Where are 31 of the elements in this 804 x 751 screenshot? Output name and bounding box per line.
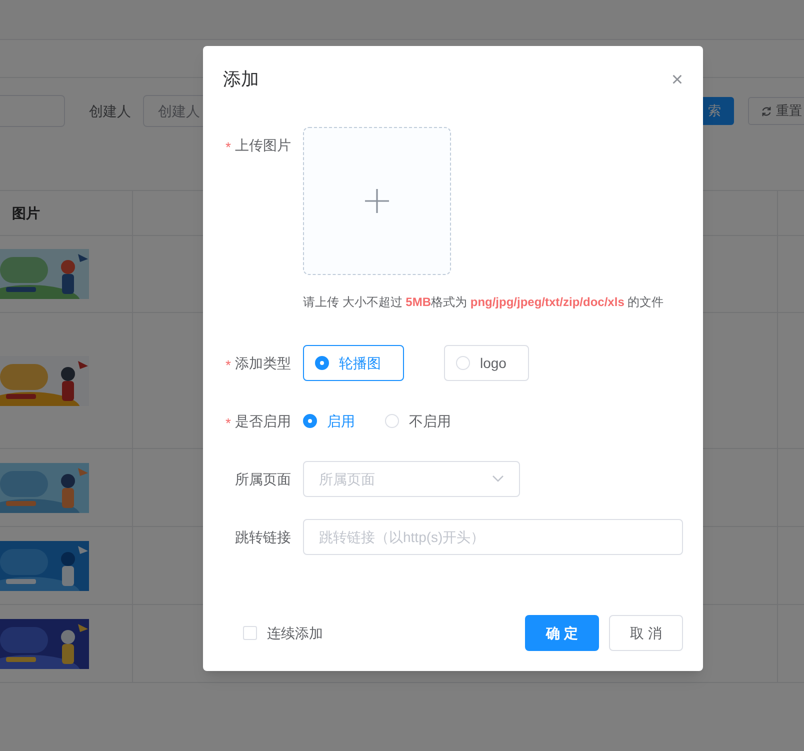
radio-option[interactable]: 不启用 [385,410,451,432]
close-button[interactable]: × [671,70,683,90]
radio-icon [315,356,329,370]
required-mark: * [226,356,231,375]
radio-option[interactable]: 轮播图 [303,345,404,381]
plus-icon [364,188,390,214]
required-mark: * [226,138,231,157]
radio-icon [303,414,317,428]
field-label: 是否启用 [235,413,291,431]
field-label: 添加类型 [235,355,291,373]
field-label: 上传图片 [235,137,291,155]
confirm-button[interactable]: 确 定 [525,615,599,651]
filter-label: 创建人 [89,102,131,120]
reset-button[interactable]: 重置 [748,97,804,125]
radio-option[interactable]: logo [444,345,530,381]
dialog-title: 添加 [223,68,259,91]
chevron-down-icon [492,475,504,483]
required-mark: * [226,414,231,433]
continuous-add-checkbox[interactable]: 连续添加 [243,622,323,644]
refresh-icon [761,106,772,116]
cancel-button[interactable]: 取 消 [609,615,683,651]
radio-option[interactable]: 启用 [303,410,355,432]
field-label: 跳转链接 [235,529,291,547]
page-select[interactable]: 所属页面 [303,461,520,497]
column-header: 图片 [12,204,40,222]
radio-icon [456,356,470,370]
field-label: 所属页面 [235,471,291,489]
upload-area[interactable] [303,127,451,275]
upload-hint: 请上传 大小不超过 5MB格式为 png/jpg/jpeg/txt/zip/doc/xls 的文件 [303,294,664,311]
radio-icon [385,414,399,428]
link-field[interactable]: 跳转链接（以http(s)开头） [303,519,683,555]
